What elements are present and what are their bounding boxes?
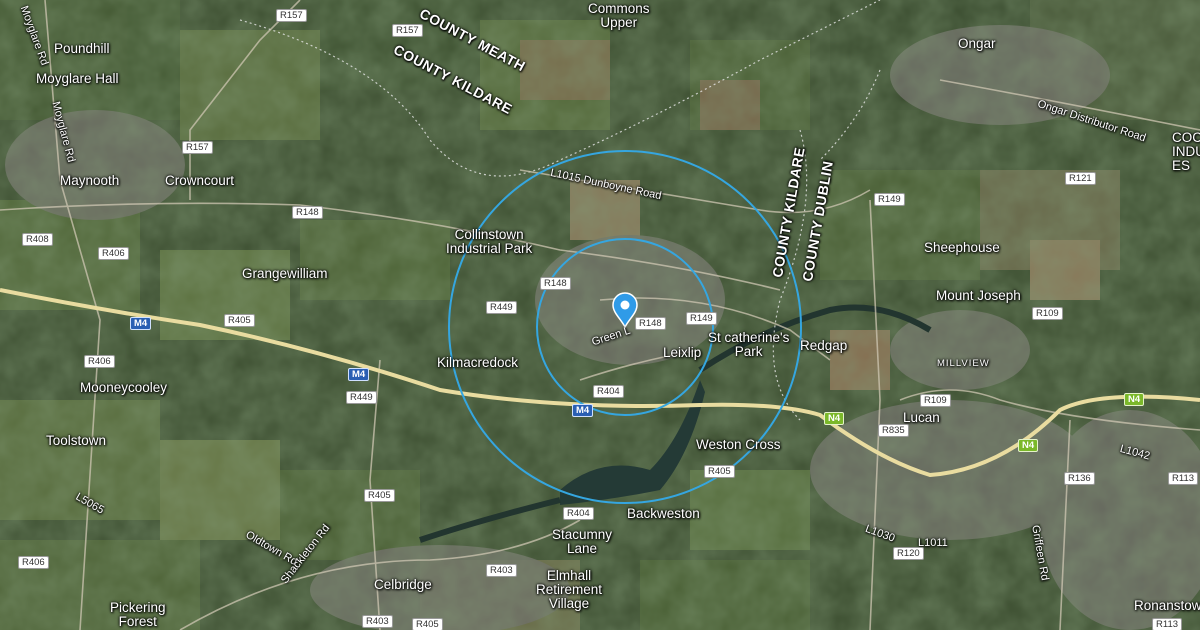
route-shield-r113: R113 xyxy=(1168,472,1199,485)
place-moyglare-hall: Moyglare Hall xyxy=(36,71,119,86)
place-millview: MILLVIEW xyxy=(937,358,990,369)
route-shield-r406: R406 xyxy=(18,556,49,569)
route-shield-r148: R148 xyxy=(540,277,571,290)
place-mount-joseph: Mount Joseph xyxy=(936,288,1021,303)
route-shield-r403: R403 xyxy=(362,615,393,628)
place-sheephouse: Sheephouse xyxy=(924,240,1000,255)
place-lucan: Lucan xyxy=(903,410,940,425)
route-shield-r406: R406 xyxy=(84,355,115,368)
route-shield-r405: R405 xyxy=(412,618,443,630)
route-shield-r408: R408 xyxy=(22,233,53,246)
route-shield-r449: R449 xyxy=(346,391,377,404)
route-shield-n4: N4 xyxy=(1018,439,1039,452)
route-shield-r136: R136 xyxy=(1064,472,1095,485)
place-stacumny-lane: Stacumny Lane xyxy=(552,527,613,556)
place-ronanstown: Ronanstow xyxy=(1134,598,1200,613)
route-shield-r403: R403 xyxy=(486,564,517,577)
place-elmhall-retirement-village: Elmhall Retirement Village xyxy=(536,568,603,611)
place-redgap: Redgap xyxy=(800,338,848,353)
route-shield-r149: R149 xyxy=(686,312,717,325)
place-crowncourt: Crowncourt xyxy=(165,173,235,188)
route-shield-r404: R404 xyxy=(593,385,624,398)
route-shield-m4: M4 xyxy=(130,317,152,330)
route-shield-n4: N4 xyxy=(824,412,845,425)
route-shield-r406: R406 xyxy=(98,247,129,260)
place-pickering-forest: Pickering Forest xyxy=(110,600,166,629)
route-shield-r121: R121 xyxy=(1065,172,1096,185)
place-maynooth: Maynooth xyxy=(60,173,120,188)
place-leixlip: Leixlip xyxy=(663,345,702,360)
route-shield-r149: R149 xyxy=(874,193,905,206)
route-shield-r157: R157 xyxy=(392,24,423,37)
route-shield-r157: R157 xyxy=(276,9,307,22)
route-shield-r835: R835 xyxy=(878,424,909,437)
route-shield-r157: R157 xyxy=(182,141,213,154)
route-shield-r148: R148 xyxy=(292,206,323,219)
place-weston-cross: Weston Cross xyxy=(696,437,781,452)
route-shield-r405: R405 xyxy=(224,314,255,327)
route-shield-r405: R405 xyxy=(364,489,395,502)
route-shield-n4: N4 xyxy=(1124,393,1145,406)
place-ongar: Ongar xyxy=(958,36,996,51)
place-celbridge: Celbridge xyxy=(374,577,432,592)
route-shield-r113: R113 xyxy=(1152,618,1183,630)
place-mooneycooley: Mooneycooley xyxy=(80,380,168,395)
place-backweston: Backweston xyxy=(627,506,700,521)
route-shield-m4: M4 xyxy=(572,404,594,417)
route-shield-r120: R120 xyxy=(893,547,924,560)
place-grangewilliam: Grangewilliam xyxy=(242,266,328,281)
place-commons-upper: Commons Upper xyxy=(588,1,650,30)
route-shield-r148: R148 xyxy=(635,317,666,330)
route-shield-r109: R109 xyxy=(920,394,951,407)
route-shield-m4: M4 xyxy=(348,368,370,381)
route-shield-r405: R405 xyxy=(704,465,735,478)
route-shield-r404: R404 xyxy=(563,507,594,520)
place-st-catherines-park: St catherine's Park xyxy=(708,330,790,359)
place-cock-industrial: COC INDU ES xyxy=(1172,130,1200,173)
satellite-map[interactable]: COUNTY MEATH COUNTY KILDARE COUNTY KILDA… xyxy=(0,0,1200,630)
place-toolstown: Toolstown xyxy=(46,433,107,448)
place-kilmacredock: Kilmacredock xyxy=(437,355,519,370)
place-poundhill: Poundhill xyxy=(54,41,110,56)
route-shield-r109: R109 xyxy=(1032,307,1063,320)
route-shield-r449: R449 xyxy=(486,301,517,314)
place-collinstown: Collinstown Industrial Park xyxy=(446,227,533,256)
